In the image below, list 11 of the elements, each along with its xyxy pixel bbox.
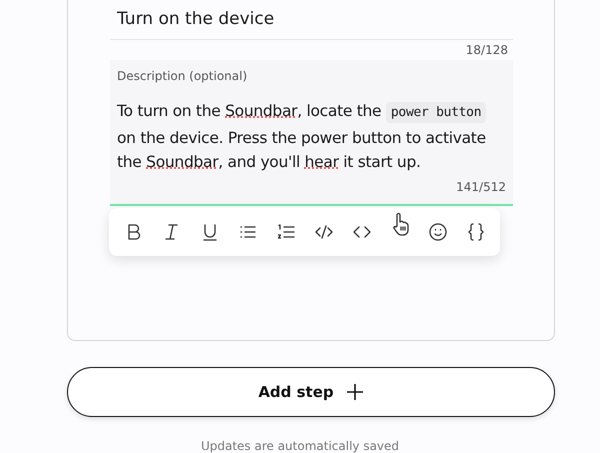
character-counter: 141/512 bbox=[455, 178, 506, 196]
title-input[interactable]: Turn on the device bbox=[110, 0, 513, 40]
description-text: To turn on the Soundbar, locate the power button on the device. Press the power button to activate the Soundbar, and you'll hear it start up. bbox=[117, 101, 488, 173]
character-counter: 18/128 bbox=[464, 42, 509, 59]
add-step-button[interactable]: Add step bbox=[67, 367, 555, 417]
plus-icon bbox=[346, 383, 364, 401]
description-field[interactable]: Description (optional) To turn on the Soundbar, locate the power button on the device. Press the power button to activate the Soundbar, and you'll hear it start up. 141/512 bbox=[110, 60, 513, 206]
smiley-icon bbox=[427, 221, 449, 243]
hand-cursor-icon bbox=[390, 212, 410, 238]
field-label: Description (optional) bbox=[117, 68, 248, 85]
autosave-note: Updates are automatically saved bbox=[200, 438, 400, 453]
